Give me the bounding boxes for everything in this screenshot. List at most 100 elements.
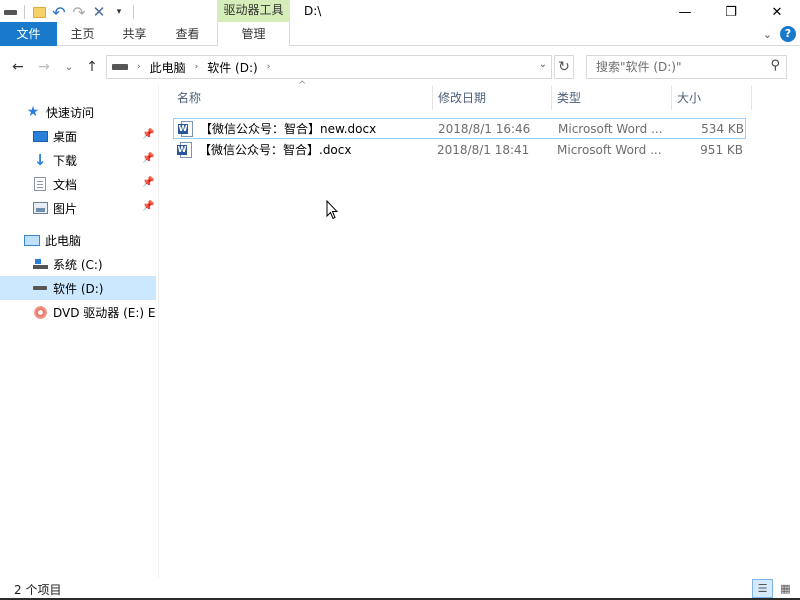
drive-icon (32, 280, 48, 296)
nav-label: 桌面 (53, 129, 78, 144)
column-header-modified[interactable]: 修改日期 (433, 86, 552, 110)
breadcrumb-drive-d[interactable]: 软件 (D:) (207, 59, 257, 76)
address-row: ← → ⌄ ↑ › 此电脑 › 软件 (D:) › ⌄ ↻ ⚲ (0, 52, 800, 80)
file-size: 951 KB (700, 143, 743, 157)
redo-icon[interactable]: ↷ (69, 2, 89, 22)
nav-item-drive-d[interactable]: 软件 (D:) (0, 276, 156, 300)
file-name-cell[interactable]: W 【微信公众号：智合】.docx (177, 140, 432, 160)
nav-item-dvd-drive[interactable]: DVD 驱动器 (E:) EA (0, 300, 156, 324)
breadcrumb-separator[interactable]: › (137, 62, 141, 72)
customize-qat-icon[interactable]: ▾ (109, 2, 129, 22)
tab-home[interactable]: 主页 (57, 22, 108, 46)
nav-label: 文档 (53, 177, 78, 192)
desktop-icon (32, 128, 48, 144)
nav-this-pc[interactable]: 此电脑 (0, 228, 156, 252)
nav-item-drive-c[interactable]: 系统 (C:) (0, 252, 156, 276)
drive-tools-context-label: 驱动器工具 (217, 0, 290, 22)
column-header-size[interactable]: 大小 (672, 86, 752, 110)
ribbon-right-controls: ⌄ ? (763, 22, 796, 46)
nav-item-desktop[interactable]: 桌面 📌 (0, 124, 156, 148)
column-header-type[interactable]: 类型 (552, 86, 672, 110)
address-dropdown-icon[interactable]: ⌄ (539, 59, 547, 70)
qat-divider (24, 5, 25, 19)
undo-icon[interactable]: ↶ (49, 2, 69, 22)
file-type: Microsoft Word ... (557, 143, 662, 157)
drive-icon (112, 64, 128, 70)
file-row[interactable]: W 【微信公众号：智合】.docx 2018/8/1 18:41 Microso… (173, 140, 746, 161)
window-title: D:\ (304, 4, 322, 18)
ribbon-tab-bar: 文件 主页 共享 查看 管理 ⌄ ? (0, 22, 800, 46)
search-input[interactable] (587, 56, 762, 78)
help-icon[interactable]: ? (780, 26, 796, 42)
nav-label: 快速访问 (46, 105, 95, 120)
file-row[interactable]: W 【微信公众号：智合】new.docx 2018/8/1 16:46 Micr… (173, 118, 746, 139)
tab-manage[interactable]: 管理 (217, 22, 290, 46)
mouse-cursor-icon (326, 200, 338, 220)
column-header-row: ^ 名称 修改日期 类型 大小 (172, 80, 752, 110)
search-box[interactable]: ⚲ (586, 55, 787, 79)
navigation-pane: ★ 快速访问 桌面 📌 ↓ 下载 📌 文档 📌 图片 📌 此电脑 系统 (C:)… (0, 84, 158, 578)
computer-icon (24, 232, 40, 248)
dvd-drive-icon (32, 304, 48, 320)
nav-label: 下载 (53, 153, 78, 168)
file-name-cell[interactable]: W 【微信公众号：智合】new.docx (178, 119, 433, 139)
back-button[interactable]: ← (8, 56, 28, 78)
window-controls: — ❐ ✕ (662, 0, 800, 24)
item-count: 2 个项目 (14, 583, 62, 597)
drive-icon (0, 2, 20, 22)
refresh-button[interactable]: ↻ (554, 55, 574, 79)
title-bar: ↶ ↷ ✕ ▾ 驱动器工具 D:\ — ❐ ✕ (0, 0, 800, 24)
status-bar: 2 个项目 ☰ ▦ (0, 578, 800, 600)
file-name: 【微信公众号：智合】.docx (199, 143, 352, 157)
pin-icon[interactable]: 📌 (142, 201, 154, 212)
system-drive-icon (32, 256, 48, 272)
breadcrumb-separator[interactable]: › (195, 62, 199, 72)
details-view-icon[interactable]: ☰ (752, 579, 773, 598)
search-icon[interactable]: ⚲ (770, 58, 780, 73)
expand-ribbon-icon[interactable]: ⌄ (763, 28, 772, 41)
file-modified: 2018/8/1 16:46 (438, 122, 531, 136)
tab-share[interactable]: 共享 (108, 22, 161, 46)
up-button[interactable]: ↑ (82, 56, 102, 78)
nav-label: 系统 (C:) (53, 257, 103, 272)
maximize-button[interactable]: ❐ (708, 0, 754, 24)
tab-file[interactable]: 文件 (0, 22, 57, 46)
large-icons-view-icon[interactable]: ▦ (775, 579, 796, 598)
tab-view[interactable]: 查看 (161, 22, 214, 46)
delete-icon[interactable]: ✕ (89, 2, 109, 22)
pane-divider[interactable] (158, 84, 159, 578)
minimize-button[interactable]: — (662, 0, 708, 24)
quick-access-toolbar: ↶ ↷ ✕ ▾ (0, 0, 138, 24)
nav-label: 此电脑 (45, 233, 82, 248)
view-toggle: ☰ ▦ (752, 579, 796, 598)
breadcrumb-this-pc[interactable]: 此电脑 (150, 59, 186, 76)
recent-locations-button[interactable]: ⌄ (62, 56, 76, 78)
nav-label: 图片 (53, 201, 78, 216)
file-name: 【微信公众号：智合】new.docx (200, 122, 377, 136)
address-bar[interactable]: › 此电脑 › 软件 (D:) › ⌄ (106, 55, 552, 79)
pictures-icon (32, 200, 48, 216)
pin-icon[interactable]: 📌 (142, 129, 154, 140)
folder-icon[interactable] (29, 2, 49, 22)
pin-icon[interactable]: 📌 (142, 153, 154, 164)
breadcrumb-separator[interactable]: › (267, 62, 271, 72)
qat-divider (133, 5, 134, 19)
forward-button[interactable]: → (34, 56, 54, 78)
downloads-icon: ↓ (33, 151, 47, 169)
nav-item-documents[interactable]: 文档 📌 (0, 172, 156, 196)
nav-quick-access[interactable]: ★ 快速访问 (0, 100, 156, 124)
nav-label: DVD 驱动器 (E:) EA (53, 305, 156, 320)
word-document-icon: W (178, 121, 194, 137)
nav-item-downloads[interactable]: ↓ 下载 📌 (0, 148, 156, 172)
word-document-icon: W (177, 142, 193, 158)
nav-item-pictures[interactable]: 图片 📌 (0, 196, 156, 220)
documents-icon (32, 176, 48, 192)
file-size: 534 KB (701, 122, 744, 136)
file-modified: 2018/8/1 18:41 (437, 143, 530, 157)
pin-icon[interactable]: 📌 (142, 177, 154, 188)
close-button[interactable]: ✕ (754, 0, 800, 24)
star-icon: ★ (26, 104, 40, 120)
file-type: Microsoft Word ... (558, 122, 663, 136)
column-header-name[interactable]: 名称 (172, 86, 433, 110)
nav-label: 软件 (D:) (53, 281, 104, 296)
